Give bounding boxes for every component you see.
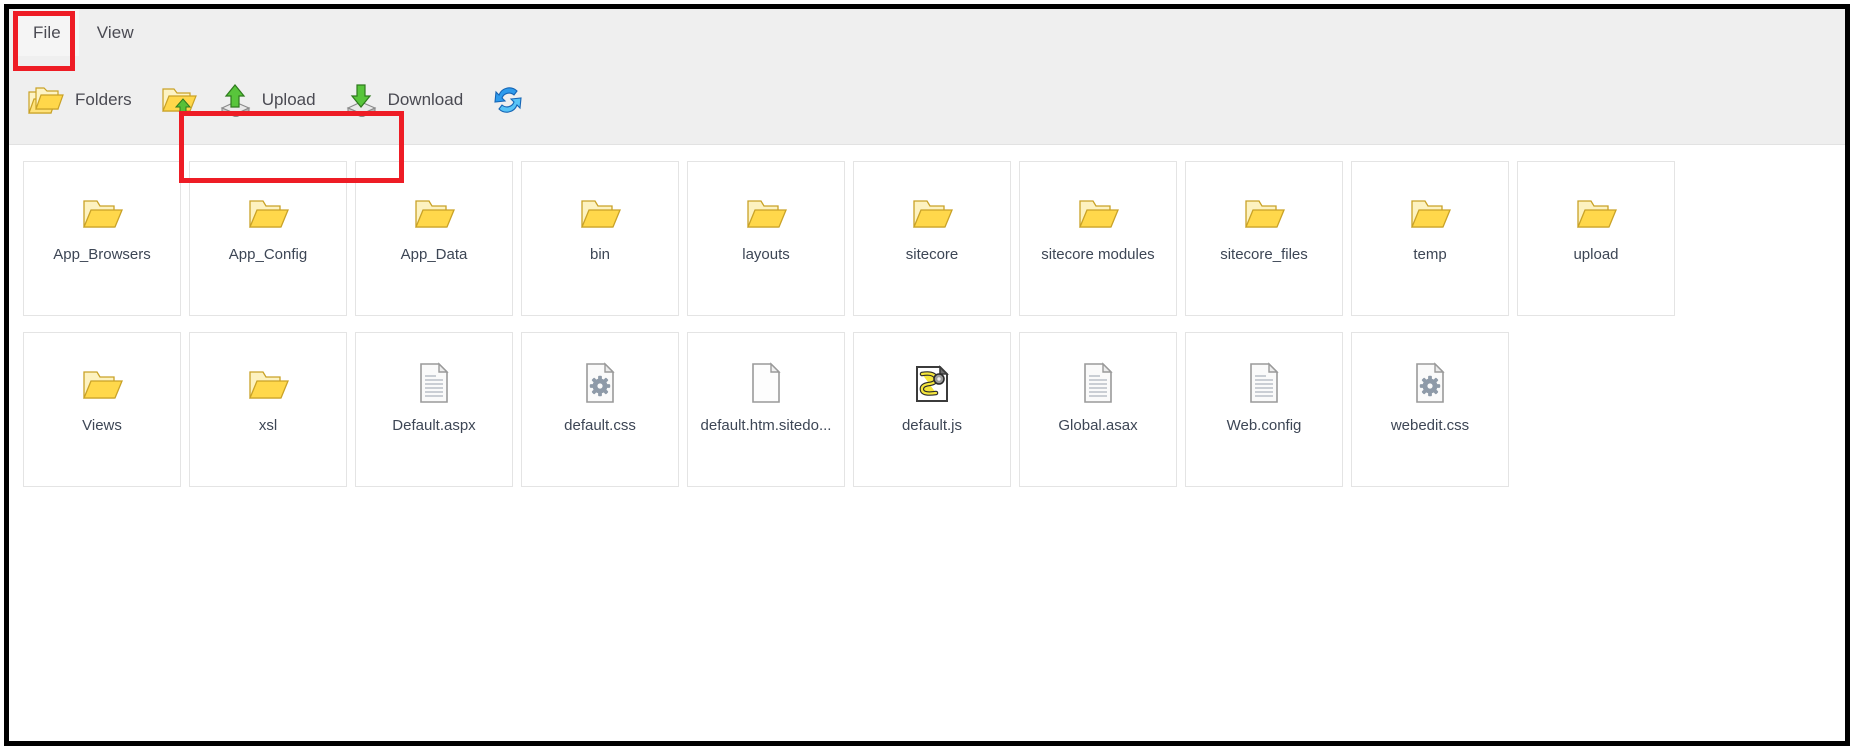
folders-icon	[27, 83, 65, 117]
file-icon	[1412, 333, 1448, 407]
menu-item-file-label: File	[33, 23, 61, 43]
refresh-button[interactable]	[481, 70, 535, 130]
folder-icon	[1408, 162, 1452, 236]
file-icon	[582, 333, 618, 407]
folder-icon	[578, 162, 622, 236]
folder-icon	[246, 333, 290, 407]
file-grid-item-label: App_Config	[226, 246, 310, 263]
file-grid: App_Browsers App_Config App_Data bin lay…	[9, 145, 1845, 503]
file-grid-item-label: Web.config	[1224, 417, 1305, 434]
file-grid-item-label: App_Browsers	[50, 246, 154, 263]
menu-item-view[interactable]: View	[79, 9, 152, 56]
file-grid-item[interactable]: layouts	[687, 161, 845, 316]
file-grid-item[interactable]: App_Browsers	[23, 161, 181, 316]
file-icon	[1246, 333, 1282, 407]
file-grid-item[interactable]: Web.config	[1185, 332, 1343, 487]
file-icon	[416, 333, 452, 407]
file-grid-item[interactable]: temp	[1351, 161, 1509, 316]
folder-icon	[412, 162, 456, 236]
file-grid-item[interactable]: sitecore modules	[1019, 161, 1177, 316]
upload-icon	[218, 83, 252, 117]
file-grid-item[interactable]: default.js	[853, 332, 1011, 487]
folder-icon	[1076, 162, 1120, 236]
menu-item-view-label: View	[97, 23, 134, 43]
menu-item-file[interactable]: File	[15, 9, 79, 56]
file-grid-item-label: bin	[587, 246, 613, 263]
file-grid-item-label: webedit.css	[1388, 417, 1472, 434]
file-grid-item-label: default.js	[899, 417, 965, 434]
file-icon	[913, 333, 951, 407]
download-button-label: Download	[384, 90, 472, 110]
folder-icon	[1574, 162, 1618, 236]
file-grid-item[interactable]: Global.asax	[1019, 332, 1177, 487]
file-icon	[748, 333, 784, 407]
file-grid-item[interactable]: App_Config	[189, 161, 347, 316]
folders-button[interactable]: Folders	[17, 70, 150, 130]
file-grid-item[interactable]: Default.aspx	[355, 332, 513, 487]
file-grid-item-label: upload	[1570, 246, 1621, 263]
folders-button-label: Folders	[71, 90, 140, 110]
new-folder-icon	[160, 83, 198, 117]
file-grid-item[interactable]: webedit.css	[1351, 332, 1509, 487]
file-grid-item-label: sitecore_files	[1217, 246, 1311, 263]
file-grid-item-label: sitecore modules	[1038, 246, 1157, 263]
file-grid-item[interactable]: upload	[1517, 161, 1675, 316]
file-icon	[1080, 333, 1116, 407]
folder-icon	[80, 162, 124, 236]
download-icon	[344, 83, 378, 117]
folder-icon	[1242, 162, 1286, 236]
new-folder-button[interactable]	[150, 70, 208, 130]
file-grid-item-label: default.css	[561, 417, 639, 434]
folder-icon	[80, 333, 124, 407]
file-grid-item-label: layouts	[739, 246, 793, 263]
menu-bar: File View	[9, 9, 1845, 56]
file-grid-item[interactable]: xsl	[189, 332, 347, 487]
file-grid-item[interactable]: default.css	[521, 332, 679, 487]
file-grid-item[interactable]: default.htm.sitedo...	[687, 332, 845, 487]
file-grid-item-label: App_Data	[398, 246, 471, 263]
toolbar: Folders Upload	[9, 56, 1845, 145]
folder-icon	[246, 162, 290, 236]
file-grid-item[interactable]: Views	[23, 332, 181, 487]
file-grid-item[interactable]: sitecore_files	[1185, 161, 1343, 316]
file-explorer-window: File View Folders	[4, 4, 1850, 746]
file-grid-item-label: Views	[79, 417, 125, 434]
folder-icon	[744, 162, 788, 236]
file-grid-item-label: xsl	[256, 417, 280, 434]
download-button[interactable]: Download	[334, 70, 482, 130]
file-grid-item[interactable]: App_Data	[355, 161, 513, 316]
refresh-icon	[491, 83, 525, 117]
upload-button[interactable]: Upload	[208, 70, 334, 130]
file-grid-item-label: sitecore	[903, 246, 962, 263]
file-grid-item-label: default.htm.sitedo...	[698, 417, 835, 434]
file-grid-item-label: Global.asax	[1055, 417, 1140, 434]
file-grid-item[interactable]: sitecore	[853, 161, 1011, 316]
file-grid-item-label: Default.aspx	[389, 417, 478, 434]
upload-button-label: Upload	[258, 90, 324, 110]
folder-icon	[910, 162, 954, 236]
file-grid-item-label: temp	[1410, 246, 1449, 263]
file-grid-item[interactable]: bin	[521, 161, 679, 316]
